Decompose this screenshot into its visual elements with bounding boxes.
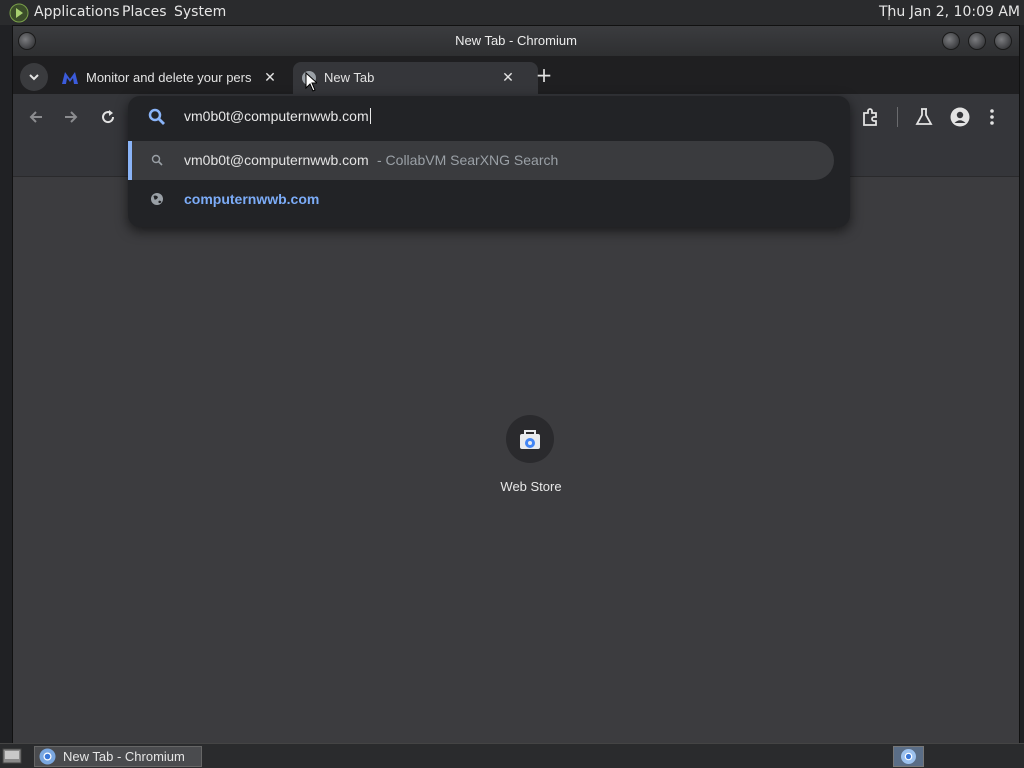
tab-close-icon[interactable]: ✕ [260,68,280,88]
suggestion-url[interactable]: computernwwb.com [128,182,834,218]
toolbar-separator [897,107,898,127]
new-tab-button[interactable]: + [533,64,555,86]
minimize-button[interactable] [942,32,960,50]
tab-favicon-icon [61,70,79,86]
menu-system[interactable]: System [174,4,226,20]
taskbar-item-label: New Tab - Chromium [63,749,185,764]
reload-icon[interactable] [99,108,117,126]
selected-indicator [128,141,132,180]
omnibox-input-value: vm0b0t@computernwwb.com [184,108,369,124]
tab-close-icon[interactable]: ✕ [498,68,518,88]
show-desktop-icon[interactable] [2,747,22,765]
tab-title: New Tab [324,70,375,85]
window-titlebar[interactable]: New Tab - Chromium [13,26,1019,56]
bottom-taskbar: New Tab - Chromium [0,743,1024,768]
chromium-icon [900,748,917,765]
tab-search-button[interactable] [20,63,48,91]
new-tab-page: Web Store [13,177,1019,743]
tab-monitor[interactable]: Monitor and delete your pers ✕ [55,62,287,94]
forward-arrow-icon[interactable] [62,108,80,126]
omnibox-dropdown: vm0b0t@computernwwb.com vm0b0t@computern… [128,96,850,227]
search-icon [148,108,166,126]
shortcut-label: Web Store [500,479,562,494]
tab-title: Monitor and delete your pers [86,70,251,85]
chromium-icon [39,748,56,765]
omnibox-input[interactable]: vm0b0t@computernwwb.com [184,108,371,124]
close-window-button[interactable] [994,32,1012,50]
text-caret [369,108,371,124]
menu-applications[interactable]: Applications [34,4,120,20]
web-store-icon [519,428,541,450]
menu-places[interactable]: Places [122,4,167,20]
profile-avatar-icon[interactable] [950,107,970,127]
clock[interactable]: Thu Jan 2, 10:09 AM [879,4,1020,20]
tab-new-tab[interactable]: New Tab ✕ [293,62,538,94]
shortcut-icon-circle [506,415,554,463]
taskbar-item-chromium[interactable]: New Tab - Chromium [34,746,202,767]
window-title: New Tab - Chromium [455,33,577,48]
shortcut-web-store[interactable]: Web Store [491,415,571,505]
tab-strip: Monitor and delete your pers ✕ New Tab ✕… [13,56,1019,94]
labs-flask-icon[interactable] [915,107,933,127]
extensions-icon[interactable] [861,107,881,127]
maximize-button[interactable] [968,32,986,50]
search-icon [151,154,163,166]
suggestion-url-text: computernwwb.com [184,191,320,207]
mouse-cursor-icon [305,72,317,92]
suggestion-text: vm0b0t@computernwwb.com [184,152,369,168]
top-panel: Applications Places System Thu Jan 2, 10… [0,0,1024,25]
workspace-switcher[interactable] [893,746,924,767]
more-menu-icon[interactable] [987,107,997,127]
gnome-foot-icon[interactable] [9,3,29,23]
suggestion-search[interactable]: vm0b0t@computernwwb.com - CollabVM SearX… [128,141,834,180]
back-arrow-icon[interactable] [27,108,45,126]
chevron-down-icon [29,74,39,81]
suggestion-suffix: - CollabVM SearXNG Search [377,152,559,168]
globe-icon [150,192,164,206]
